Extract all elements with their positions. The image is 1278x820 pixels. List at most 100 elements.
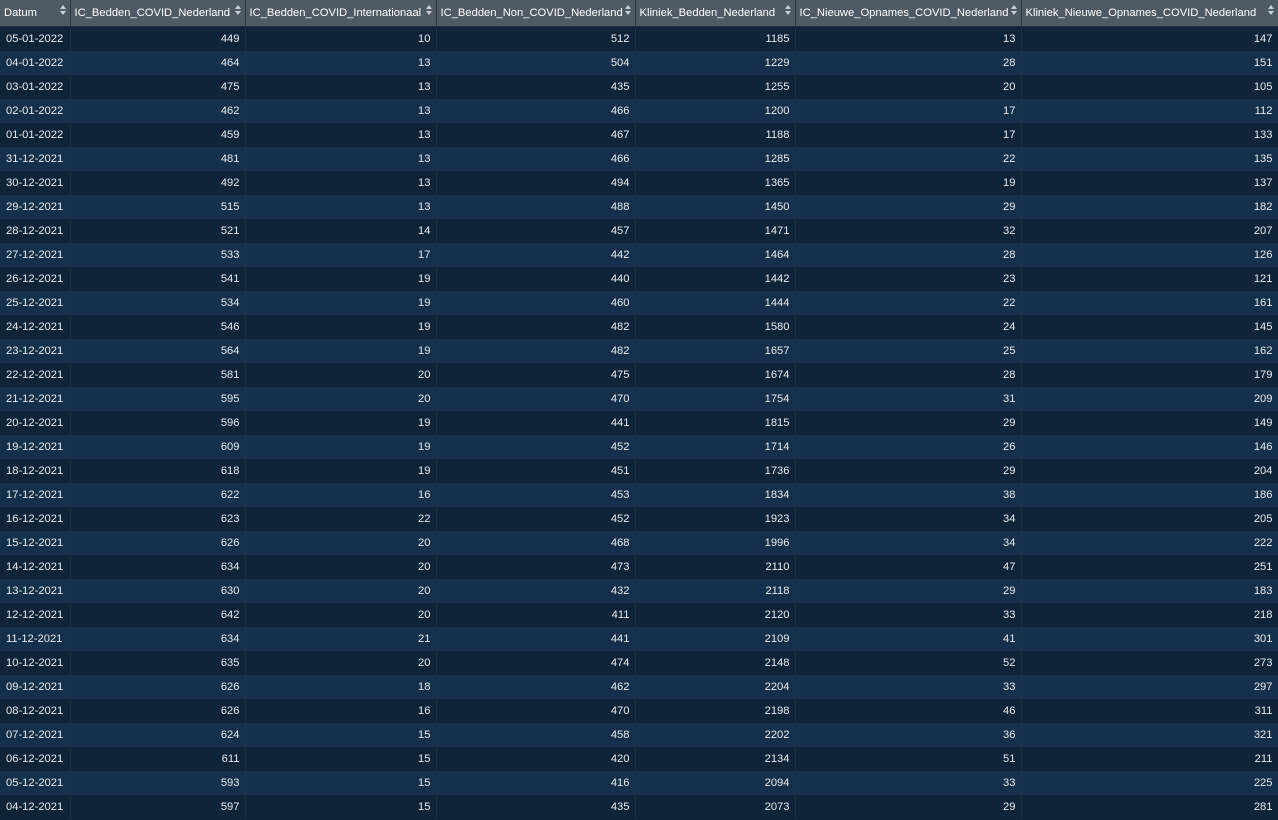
table-row[interactable]: 16-12-2021 623 22 452 1923 34 205 [0,507,1278,531]
table-cell-datum: 25-12-2021 [0,291,71,315]
column-header-datum[interactable]: Datum [0,0,71,27]
table-cell-kliniek-nieuwe-opnames-covid-nederland: 225 [1021,771,1278,795]
table-cell-ic-bedden-covid-internationaal: 13 [245,51,437,75]
table-cell-datum: 03-01-2022 [0,75,71,99]
table-row[interactable]: 17-12-2021 622 16 453 1834 38 186 [0,483,1278,507]
table-cell-ic-nieuwe-opnames-covid-nederland: 33 [795,603,1022,627]
table-cell-ic-bedden-covid-nederland: 609 [70,435,246,459]
table-cell-ic-bedden-covid-nederland: 626 [70,675,246,699]
table-row[interactable]: 20-12-2021 596 19 441 1815 29 149 [0,411,1278,435]
table-cell-kliniek-nieuwe-opnames-covid-nederland: 126 [1021,243,1278,267]
table-cell-ic-bedden-covid-internationaal: 20 [245,531,437,555]
sort-icon[interactable] [1267,4,1275,18]
table-cell-ic-bedden-covid-internationaal: 20 [245,555,437,579]
table-row[interactable]: 22-12-2021 581 20 475 1674 28 179 [0,363,1278,387]
column-header-label: Kliniek_Nieuwe_Opnames_COVID_Nederland [1025,7,1257,19]
table-cell-ic-bedden-covid-nederland: 464 [70,51,246,75]
table-row[interactable]: 11-12-2021 634 21 441 2109 41 301 [0,627,1278,651]
column-header-ic-nieuwe-opnames-covid-nederland[interactable]: IC_Nieuwe_Opnames_COVID_Nederland [795,0,1022,27]
sort-icon[interactable] [59,4,67,18]
sort-icon[interactable] [234,4,242,18]
table-body: 05-01-2022 449 10 512 1185 13 147 04-01-2022 464… [0,26,1278,819]
table-row[interactable]: 06-12-2021 611 15 420 2134 51 211 [0,747,1278,771]
data-table: Datum IC_Bedden_COVID_Nederland IC_Bedden_… [0,0,1278,819]
table-cell-ic-bedden-non-covid-nederland: 441 [436,627,636,651]
table-cell-kliniek-bedden-nederland: 1736 [635,459,796,483]
table-row[interactable]: 02-01-2022 462 13 466 1200 17 112 [0,99,1278,123]
table-row[interactable]: 01-01-2022 459 13 467 1188 17 133 [0,123,1278,147]
table-row[interactable]: 28-12-2021 521 14 457 1471 32 207 [0,219,1278,243]
table-cell-ic-bedden-non-covid-nederland: 411 [436,603,636,627]
table-cell-ic-bedden-covid-nederland: 630 [70,579,246,603]
table-row[interactable]: 04-12-2021 597 15 435 2073 29 281 [0,795,1278,819]
table-cell-ic-bedden-non-covid-nederland: 435 [436,795,636,819]
column-header-ic-bedden-covid-nederland[interactable]: IC_Bedden_COVID_Nederland [70,0,246,27]
table-row[interactable]: 31-12-2021 481 13 466 1285 22 135 [0,147,1278,171]
table-row[interactable]: 05-01-2022 449 10 512 1185 13 147 [0,26,1278,51]
table-row[interactable]: 05-12-2021 593 15 416 2094 33 225 [0,771,1278,795]
table-cell-ic-nieuwe-opnames-covid-nederland: 38 [795,483,1022,507]
table-cell-ic-bedden-covid-nederland: 534 [70,291,246,315]
table-cell-ic-bedden-non-covid-nederland: 475 [436,363,636,387]
table-cell-kliniek-nieuwe-opnames-covid-nederland: 135 [1021,147,1278,171]
table-cell-ic-bedden-covid-nederland: 634 [70,555,246,579]
table-row[interactable]: 27-12-2021 533 17 442 1464 28 126 [0,243,1278,267]
table-row[interactable]: 21-12-2021 595 20 470 1754 31 209 [0,387,1278,411]
column-header-kliniek-bedden-nederland[interactable]: Kliniek_Bedden_Nederland [635,0,796,27]
table-cell-kliniek-bedden-nederland: 2118 [635,579,796,603]
table-cell-ic-bedden-covid-internationaal: 14 [245,219,437,243]
table-cell-ic-nieuwe-opnames-covid-nederland: 23 [795,267,1022,291]
table-row[interactable]: 04-01-2022 464 13 504 1229 28 151 [0,51,1278,75]
table-cell-kliniek-bedden-nederland: 1471 [635,219,796,243]
table-cell-kliniek-nieuwe-opnames-covid-nederland: 151 [1021,51,1278,75]
table-cell-ic-bedden-covid-nederland: 475 [70,75,246,99]
column-header-label: IC_Bedden_Non_COVID_Nederland [440,7,623,19]
table-row[interactable]: 08-12-2021 626 16 470 2198 46 311 [0,699,1278,723]
table-cell-ic-bedden-covid-nederland: 581 [70,363,246,387]
table-cell-kliniek-nieuwe-opnames-covid-nederland: 301 [1021,627,1278,651]
table-cell-ic-bedden-covid-nederland: 626 [70,531,246,555]
column-header-ic-bedden-non-covid-nederland[interactable]: IC_Bedden_Non_COVID_Nederland [436,0,636,27]
table-cell-ic-bedden-non-covid-nederland: 482 [436,339,636,363]
table-cell-ic-nieuwe-opnames-covid-nederland: 41 [795,627,1022,651]
table-cell-ic-bedden-non-covid-nederland: 466 [436,99,636,123]
table-row[interactable]: 29-12-2021 515 13 488 1450 29 182 [0,195,1278,219]
table-cell-datum: 12-12-2021 [0,603,71,627]
table-row[interactable]: 24-12-2021 546 19 482 1580 24 145 [0,315,1278,339]
table-cell-datum: 29-12-2021 [0,195,71,219]
table-cell-ic-bedden-covid-nederland: 624 [70,723,246,747]
table-row[interactable]: 10-12-2021 635 20 474 2148 52 273 [0,651,1278,675]
table-cell-ic-bedden-covid-nederland: 618 [70,459,246,483]
table-row[interactable]: 18-12-2021 618 19 451 1736 29 204 [0,459,1278,483]
table-cell-ic-nieuwe-opnames-covid-nederland: 34 [795,507,1022,531]
table-row[interactable]: 14-12-2021 634 20 473 2110 47 251 [0,555,1278,579]
table-row[interactable]: 03-01-2022 475 13 435 1255 20 105 [0,75,1278,99]
table-row[interactable]: 07-12-2021 624 15 458 2202 36 321 [0,723,1278,747]
table-cell-ic-bedden-non-covid-nederland: 432 [436,579,636,603]
table-cell-ic-nieuwe-opnames-covid-nederland: 51 [795,747,1022,771]
table-row[interactable]: 15-12-2021 626 20 468 1996 34 222 [0,531,1278,555]
column-header-kliniek-nieuwe-opnames-covid-nederland[interactable]: Kliniek_Nieuwe_Opnames_COVID_Nederland [1021,0,1278,27]
table-cell-ic-bedden-covid-nederland: 515 [70,195,246,219]
table-cell-kliniek-bedden-nederland: 2109 [635,627,796,651]
table-row[interactable]: 12-12-2021 642 20 411 2120 33 218 [0,603,1278,627]
table-row[interactable]: 25-12-2021 534 19 460 1444 22 161 [0,291,1278,315]
table-cell-ic-nieuwe-opnames-covid-nederland: 28 [795,243,1022,267]
column-header-ic-bedden-covid-internationaal[interactable]: IC_Bedden_COVID_Internationaal [245,0,437,27]
table-cell-kliniek-bedden-nederland: 1714 [635,435,796,459]
sort-icon[interactable] [784,4,792,18]
table-cell-ic-nieuwe-opnames-covid-nederland: 52 [795,651,1022,675]
table-row[interactable]: 23-12-2021 564 19 482 1657 25 162 [0,339,1278,363]
table-cell-ic-nieuwe-opnames-covid-nederland: 47 [795,555,1022,579]
table-row[interactable]: 09-12-2021 626 18 462 2204 33 297 [0,675,1278,699]
sort-icon[interactable] [624,4,632,18]
table-row[interactable]: 13-12-2021 630 20 432 2118 29 183 [0,579,1278,603]
table-cell-ic-bedden-covid-nederland: 623 [70,507,246,531]
sort-icon[interactable] [1010,4,1018,18]
table-row[interactable]: 26-12-2021 541 19 440 1442 23 121 [0,267,1278,291]
table-row[interactable]: 30-12-2021 492 13 494 1365 19 137 [0,171,1278,195]
sort-icon[interactable] [425,4,433,18]
table-cell-ic-bedden-covid-internationaal: 20 [245,651,437,675]
table-cell-kliniek-bedden-nederland: 1834 [635,483,796,507]
table-row[interactable]: 19-12-2021 609 19 452 1714 26 146 [0,435,1278,459]
